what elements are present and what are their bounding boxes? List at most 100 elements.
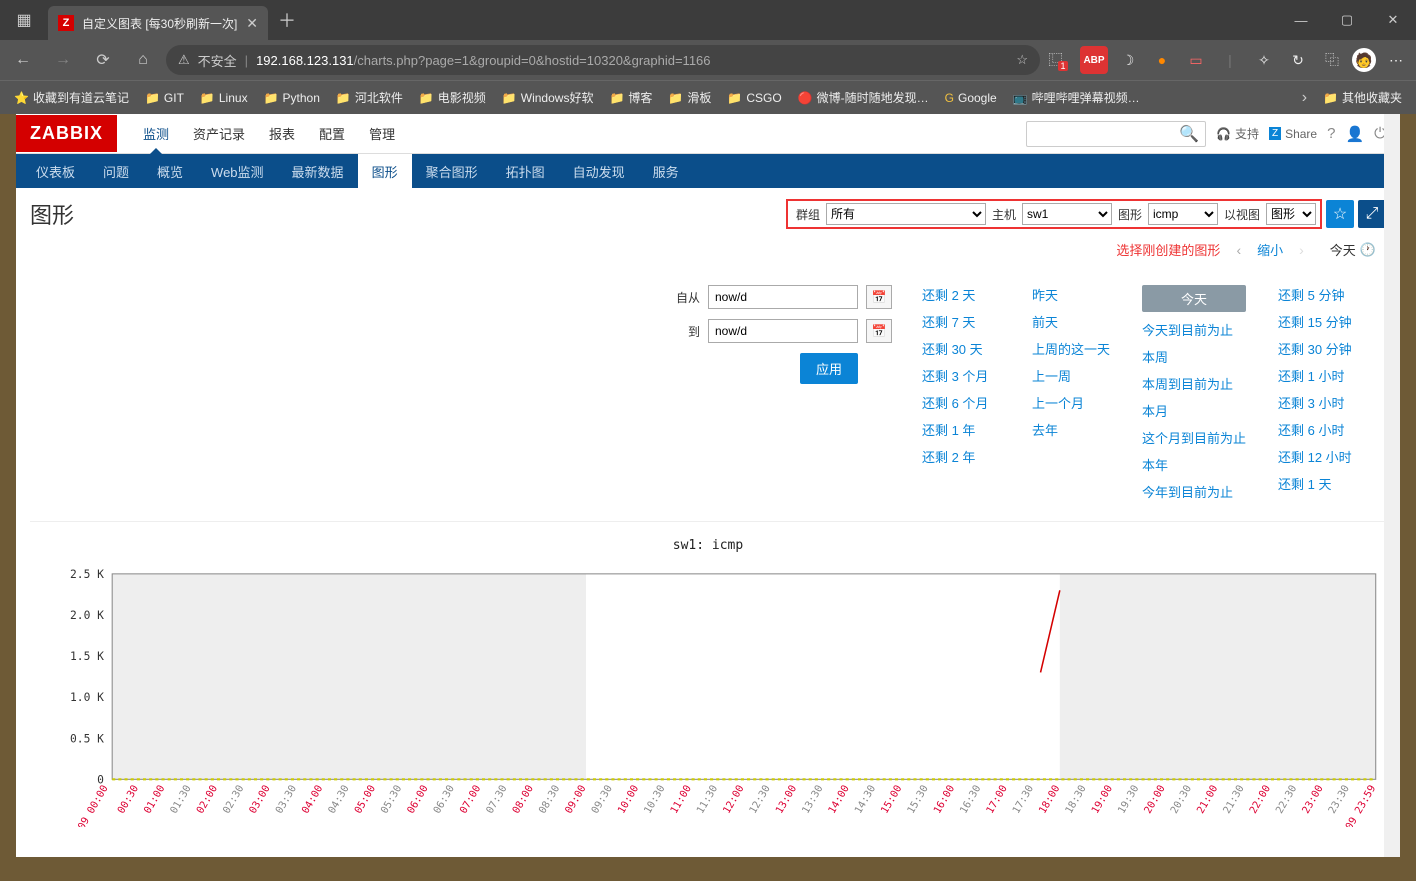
submenu-item[interactable]: 自动发现 (559, 154, 639, 189)
bookmark-item[interactable]: 📁电影视频 (413, 85, 492, 110)
quicklink[interactable]: 本月 (1142, 401, 1246, 420)
bookmark-item[interactable]: 📺哔哩哔哩弹幕视频… (1007, 85, 1146, 110)
quicklink[interactable]: 还剩 7 天 (922, 312, 1000, 331)
submenu-item[interactable]: 拓扑图 (492, 154, 559, 189)
profile-avatar-icon[interactable]: 🧑 (1352, 48, 1376, 72)
today-tab[interactable]: 今天 🕐 (1320, 234, 1386, 265)
quicklink[interactable]: 今天到目前为止 (1142, 320, 1246, 339)
url-field[interactable]: ⚠ 不安全 | 192.168.123.131/charts.php?page=… (166, 45, 1040, 75)
nav-reload-icon[interactable]: ⟳ (86, 43, 120, 77)
quicklink[interactable]: 上周的这一天 (1032, 339, 1110, 358)
time-from-input[interactable] (708, 285, 858, 309)
quicklink[interactable]: 今天 (1142, 285, 1246, 312)
quicklink[interactable]: 本周 (1142, 347, 1246, 366)
quicklink[interactable]: 上一周 (1032, 366, 1110, 385)
user-icon[interactable]: 👤 (1345, 125, 1364, 143)
bookmark-item[interactable]: 📁博客 (603, 85, 658, 110)
browser-menu-icon[interactable]: ⋯ (1382, 46, 1410, 74)
nav-back-icon[interactable]: ← (6, 43, 40, 77)
filter-graph-select[interactable]: icmp (1148, 203, 1218, 225)
bookmark-item[interactable]: GGoogle (939, 87, 1003, 109)
quicklink[interactable]: 还剩 30 天 (922, 339, 1000, 358)
filter-view-select[interactable]: 图形 (1266, 203, 1316, 225)
quicklink[interactable]: 去年 (1032, 420, 1110, 439)
ext-icon-3[interactable]: ▭ (1182, 46, 1210, 74)
topmenu-item[interactable]: 管理 (357, 114, 407, 153)
topmenu-item[interactable]: 资产记录 (181, 114, 257, 153)
filter-host-select[interactable]: sw1 (1022, 203, 1112, 225)
ext-downloads-icon[interactable]: ⿻ (1318, 46, 1346, 74)
quicklink[interactable]: 这个月到目前为止 (1142, 428, 1246, 447)
tab-close-icon[interactable]: ✕ (246, 15, 258, 32)
quicklink[interactable]: 还剩 1 天 (1278, 474, 1356, 493)
nav-home-icon[interactable]: ⌂ (126, 43, 160, 77)
favorite-star-icon[interactable]: ☆ (1016, 52, 1028, 68)
quicklink[interactable]: 还剩 1 年 (922, 420, 1000, 439)
ext-collections-icon[interactable]: ⿺1 (1046, 46, 1074, 74)
time-to-calendar-icon[interactable]: 📅 (866, 319, 892, 343)
quicklink[interactable]: 还剩 12 小时 (1278, 447, 1356, 466)
quicklink[interactable]: 还剩 5 分钟 (1278, 285, 1356, 304)
bookmark-item[interactable]: 📁Windows好软 (496, 85, 600, 110)
apply-button[interactable]: 应用 (800, 353, 858, 384)
quicklink[interactable]: 还剩 3 个月 (922, 366, 1000, 385)
quicklink[interactable]: 还剩 3 小时 (1278, 393, 1356, 412)
window-close-icon[interactable]: ✕ (1370, 0, 1416, 40)
zoom-out-link[interactable]: 缩小 (1257, 240, 1283, 259)
bookmark-item[interactable]: 📁CSGO (721, 87, 787, 109)
submenu-item[interactable]: 图形 (358, 154, 412, 189)
zabbix-logo[interactable]: ZABBIX (16, 115, 117, 152)
quicklink[interactable]: 还剩 1 小时 (1278, 366, 1356, 385)
submenu-item[interactable]: 仪表板 (22, 154, 89, 189)
time-prev-icon[interactable]: ‹ (1232, 238, 1245, 262)
bookmark-item[interactable]: 📁Linux (194, 87, 254, 109)
window-maximize-icon[interactable]: ▢ (1324, 0, 1370, 40)
filter-group-select[interactable]: 所有 (826, 203, 986, 225)
submenu-item[interactable]: 服务 (639, 154, 693, 189)
quicklink[interactable]: 还剩 6 个月 (922, 393, 1000, 412)
quicklink[interactable]: 本年 (1142, 455, 1246, 474)
window-minimize-icon[interactable]: — (1278, 0, 1324, 40)
tab-overview-icon[interactable]: ▦ (0, 0, 48, 40)
time-from-calendar-icon[interactable]: 📅 (866, 285, 892, 309)
bookmark-item[interactable]: 📁河北软件 (330, 85, 409, 110)
quicklink[interactable]: 前天 (1032, 312, 1110, 331)
share-link[interactable]: ZShare (1269, 127, 1317, 141)
page-scrollbar[interactable] (1384, 114, 1400, 857)
help-icon[interactable]: ? (1327, 125, 1335, 142)
ext-icon-2[interactable]: ● (1148, 46, 1176, 74)
quicklink[interactable]: 还剩 30 分钟 (1278, 339, 1356, 358)
ext-icon-1[interactable]: ☽ (1114, 46, 1142, 74)
bookmark-item[interactable]: 🔴微博-随时随地发现… (792, 85, 935, 110)
ext-history-icon[interactable]: ↻ (1284, 46, 1312, 74)
bookmark-item[interactable]: ⭐收藏到有道云笔记 (8, 85, 135, 110)
bookmarks-overflow-icon[interactable]: › (1296, 89, 1313, 107)
quicklink[interactable]: 昨天 (1032, 285, 1110, 304)
quicklink[interactable]: 本周到目前为止 (1142, 374, 1246, 393)
search-input[interactable]: 🔍 (1026, 121, 1206, 147)
ext-abp-icon[interactable]: ABP (1080, 46, 1108, 74)
quicklink[interactable]: 还剩 15 分钟 (1278, 312, 1356, 331)
bookmark-item[interactable]: 📁GIT (139, 87, 190, 109)
topmenu-item[interactable]: 配置 (307, 114, 357, 153)
submenu-item[interactable]: Web监测 (197, 154, 278, 189)
quicklink[interactable]: 上一个月 (1032, 393, 1110, 412)
browser-tab[interactable]: Z 自定义图表 [每30秒刷新一次] ✕ (48, 6, 268, 40)
favorite-button[interactable]: ☆ (1326, 200, 1354, 228)
new-tab-button[interactable]: ＋ (268, 7, 306, 33)
time-to-input[interactable] (708, 319, 858, 343)
bookmark-item[interactable]: 📁Python (258, 87, 326, 109)
topmenu-item[interactable]: 报表 (257, 114, 307, 153)
topmenu-item[interactable]: 监测 (131, 114, 181, 153)
quicklink[interactable]: 今年到目前为止 (1142, 482, 1246, 501)
submenu-item[interactable]: 最新数据 (278, 154, 358, 189)
submenu-item[interactable]: 聚合图形 (412, 154, 492, 189)
quicklink[interactable]: 还剩 6 小时 (1278, 420, 1356, 439)
submenu-item[interactable]: 概览 (143, 154, 197, 189)
quicklink[interactable]: 还剩 2 年 (922, 447, 1000, 466)
support-link[interactable]: 🎧支持 (1216, 125, 1259, 142)
fullscreen-button[interactable]: ⤢ (1358, 200, 1386, 228)
submenu-item[interactable]: 问题 (89, 154, 143, 189)
quicklink[interactable]: 还剩 2 天 (922, 285, 1000, 304)
ext-feedback-icon[interactable]: ✧ (1250, 46, 1278, 74)
